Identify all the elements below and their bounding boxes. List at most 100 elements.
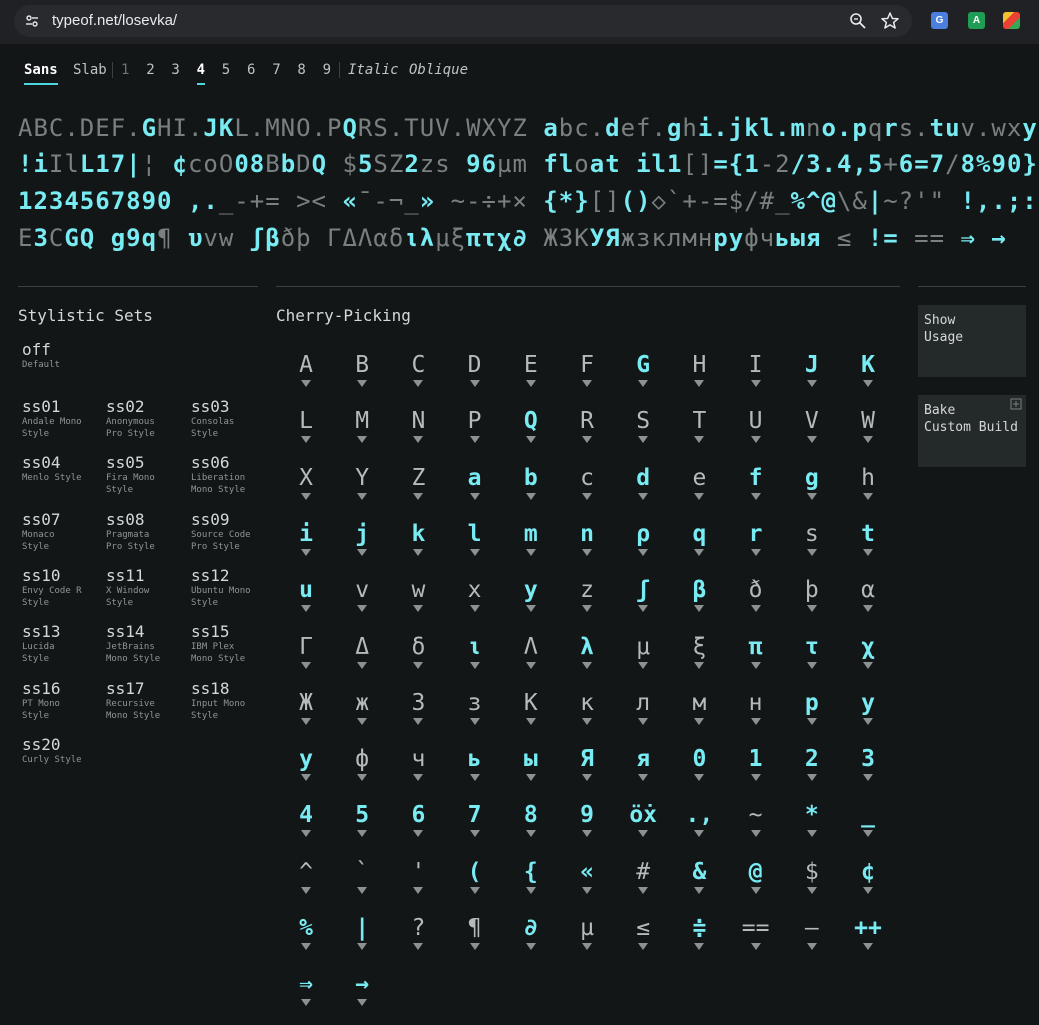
weight-tab-7[interactable]: 7 bbox=[272, 60, 280, 83]
weight-tab-8[interactable]: 8 bbox=[297, 60, 305, 83]
dropdown-arrow-icon[interactable] bbox=[301, 661, 311, 669]
glyph-picker[interactable]: T bbox=[671, 406, 727, 462]
glyph-picker[interactable]: g bbox=[784, 463, 840, 519]
glyph-picker[interactable]: ρ bbox=[615, 519, 671, 575]
glyph-picker[interactable]: 6 bbox=[390, 800, 446, 856]
stylistic-set-ss11[interactable]: ss11 X Window Style bbox=[106, 566, 188, 609]
glyph-picker[interactable]: → bbox=[334, 969, 390, 1025]
stylistic-set-ss16[interactable]: ss16 PT Mono Style bbox=[22, 679, 104, 722]
dropdown-arrow-icon[interactable] bbox=[525, 717, 536, 725]
glyph-picker[interactable]: я bbox=[615, 744, 671, 800]
glyph-picker[interactable]: t bbox=[840, 519, 896, 575]
glyph-picker[interactable]: i bbox=[278, 519, 334, 575]
dropdown-arrow-icon[interactable] bbox=[301, 999, 311, 1007]
dropdown-arrow-icon[interactable] bbox=[694, 436, 705, 444]
glyph-picker[interactable]: u bbox=[278, 575, 334, 631]
dropdown-arrow-icon[interactable] bbox=[863, 943, 873, 950]
weight-tab-1[interactable]: 1 bbox=[121, 60, 129, 83]
dropdown-arrow-icon[interactable] bbox=[863, 661, 873, 669]
glyph-picker[interactable]: 1 bbox=[728, 744, 784, 800]
glyph-picker[interactable]: U bbox=[728, 406, 784, 462]
dropdown-arrow-icon[interactable] bbox=[582, 380, 592, 387]
dropdown-arrow-icon[interactable] bbox=[582, 717, 592, 725]
dropdown-arrow-icon[interactable] bbox=[413, 661, 424, 669]
glyph-picker[interactable]: @ bbox=[728, 857, 784, 913]
dropdown-arrow-icon[interactable] bbox=[863, 830, 873, 838]
dropdown-arrow-icon[interactable] bbox=[357, 380, 368, 387]
glyph-picker[interactable]: J bbox=[784, 350, 840, 406]
glyph-picker[interactable]: α bbox=[840, 575, 896, 631]
glyph-picker[interactable]: y bbox=[503, 575, 559, 631]
dropdown-arrow-icon[interactable] bbox=[301, 605, 311, 613]
dropdown-arrow-icon[interactable] bbox=[638, 380, 649, 387]
glyph-picker[interactable]: R bbox=[559, 406, 615, 462]
glyph-picker[interactable]: у bbox=[840, 688, 896, 744]
dropdown-arrow-icon[interactable] bbox=[413, 717, 424, 725]
glyph-picker[interactable]: W bbox=[840, 406, 896, 462]
dropdown-arrow-icon[interactable] bbox=[469, 943, 480, 950]
glyph-picker[interactable]: h bbox=[840, 463, 896, 519]
dropdown-arrow-icon[interactable] bbox=[582, 436, 592, 444]
dropdown-arrow-icon[interactable] bbox=[806, 774, 817, 782]
glyph-picker[interactable]: $ bbox=[784, 857, 840, 913]
glyph-picker[interactable]: H bbox=[671, 350, 727, 406]
dropdown-arrow-icon[interactable] bbox=[357, 774, 368, 782]
glyph-picker[interactable]: l bbox=[447, 519, 503, 575]
bookmark-star-icon[interactable] bbox=[880, 11, 900, 31]
glyph-picker[interactable]: 5 bbox=[334, 800, 390, 856]
family-tab-slab[interactable]: Slab bbox=[73, 60, 107, 83]
dropdown-arrow-icon[interactable] bbox=[694, 661, 705, 669]
stylistic-set-ss05[interactable]: ss05 Fira Mono Style bbox=[106, 454, 188, 496]
glyph-picker[interactable]: β bbox=[671, 575, 727, 631]
glyph-picker[interactable]: { bbox=[503, 857, 559, 913]
dropdown-arrow-icon[interactable] bbox=[750, 886, 761, 894]
dropdown-arrow-icon[interactable] bbox=[694, 380, 705, 387]
glyph-picker[interactable]: Λ bbox=[503, 632, 559, 688]
glyph-picker[interactable]: З bbox=[390, 688, 446, 744]
stylistic-set-ss18[interactable]: ss18 Input Mono Style bbox=[191, 679, 273, 722]
dropdown-arrow-icon[interactable] bbox=[582, 492, 592, 500]
glyph-picker[interactable]: k bbox=[390, 519, 446, 575]
glyph-picker[interactable]: ι bbox=[447, 632, 503, 688]
dropdown-arrow-icon[interactable] bbox=[638, 774, 649, 782]
weight-tab-6[interactable]: 6 bbox=[247, 60, 255, 83]
family-tab-sans[interactable]: Sans bbox=[24, 60, 58, 85]
glyph-picker[interactable]: ф bbox=[334, 744, 390, 800]
glyph-picker[interactable]: µ bbox=[559, 913, 615, 969]
stylistic-set-ss07[interactable]: ss07 Monaco Style bbox=[22, 510, 104, 553]
weight-tab-2[interactable]: 2 bbox=[146, 60, 154, 83]
glyph-picker[interactable]: — bbox=[784, 913, 840, 969]
style-tab-italic[interactable]: Italic bbox=[348, 60, 399, 83]
dropdown-arrow-icon[interactable] bbox=[694, 717, 705, 725]
dropdown-arrow-icon[interactable] bbox=[582, 886, 592, 894]
glyph-picker[interactable]: н bbox=[728, 688, 784, 744]
dropdown-arrow-icon[interactable] bbox=[525, 774, 536, 782]
glyph-picker[interactable]: ≤ bbox=[615, 913, 671, 969]
stylistic-set-ss14[interactable]: ss14 JetBrains Mono Style bbox=[106, 623, 188, 665]
glyph-picker[interactable]: ( bbox=[447, 857, 503, 913]
dropdown-arrow-icon[interactable] bbox=[750, 661, 761, 669]
glyph-picker[interactable]: у bbox=[278, 744, 334, 800]
glyph-picker[interactable]: ы bbox=[503, 744, 559, 800]
glyph-picker[interactable]: ⇒ bbox=[278, 969, 334, 1025]
stylistic-set-ss04[interactable]: ss04 Menlo Style bbox=[22, 454, 104, 484]
dropdown-arrow-icon[interactable] bbox=[806, 830, 817, 838]
stylistic-set-ss15[interactable]: ss15 IBM Plex Mono Style bbox=[191, 623, 273, 665]
dropdown-arrow-icon[interactable] bbox=[806, 661, 817, 669]
glyph-picker[interactable]: c bbox=[559, 463, 615, 519]
dropdown-arrow-icon[interactable] bbox=[750, 548, 761, 556]
glyph-picker[interactable]: π bbox=[728, 632, 784, 688]
dropdown-arrow-icon[interactable] bbox=[413, 830, 424, 838]
stylistic-set-ss20[interactable]: ss20 Curly Style bbox=[22, 735, 104, 766]
dropdown-arrow-icon[interactable] bbox=[806, 886, 817, 894]
dropdown-arrow-icon[interactable] bbox=[469, 380, 480, 387]
dropdown-arrow-icon[interactable] bbox=[469, 717, 480, 725]
dropdown-arrow-icon[interactable] bbox=[525, 492, 536, 500]
glyph-picker[interactable]: e bbox=[671, 463, 727, 519]
stylistic-set-ss09[interactable]: ss09 Source Code Pro Style bbox=[191, 510, 273, 553]
glyph-picker[interactable]: I bbox=[728, 350, 784, 406]
glyph-picker[interactable]: f bbox=[728, 463, 784, 519]
site-settings-icon[interactable] bbox=[24, 13, 40, 29]
dropdown-arrow-icon[interactable] bbox=[301, 717, 311, 725]
dropdown-arrow-icon[interactable] bbox=[750, 717, 761, 725]
